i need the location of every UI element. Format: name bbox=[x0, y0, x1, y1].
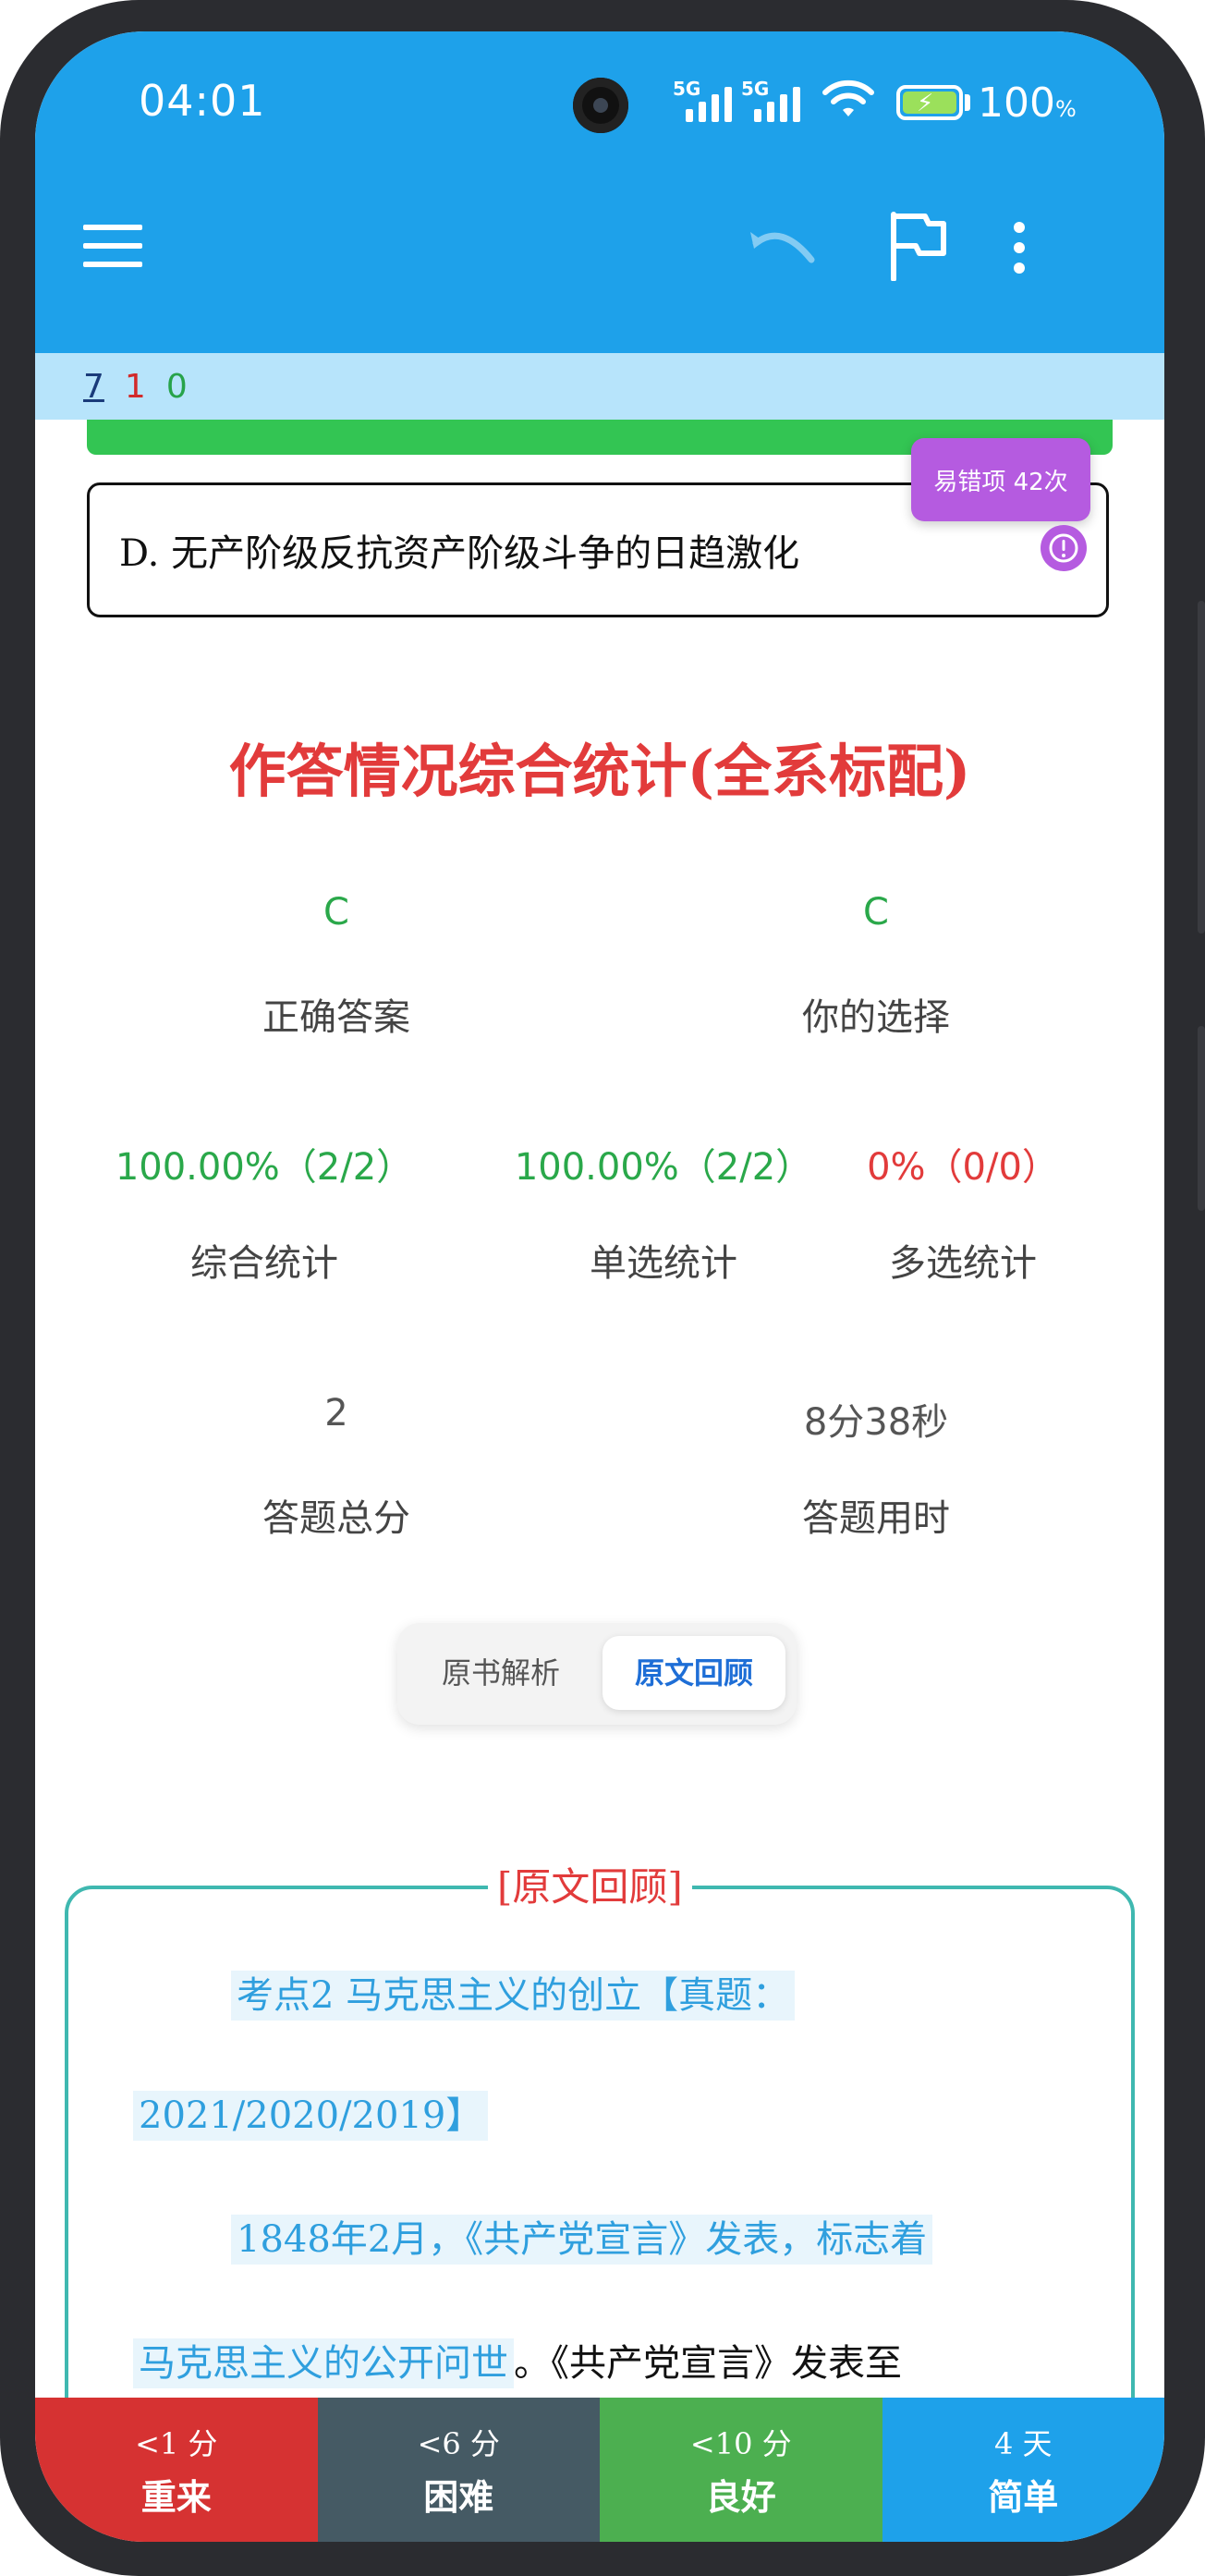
time-used-value: 8分38秒 bbox=[803, 1401, 949, 1444]
tab-original-review[interactable]: 原文回顾 bbox=[602, 1636, 785, 1710]
single-choice-stat-value: 100.00%（2/2） bbox=[514, 1146, 813, 1189]
good-button[interactable]: <10 分 良好 bbox=[600, 2398, 882, 2542]
correct-answer-value: C bbox=[323, 891, 349, 934]
flag-icon[interactable] bbox=[885, 209, 950, 283]
correct-answer-label: 正确答案 bbox=[262, 996, 410, 1039]
review-line: 考点2 马克思主义的创立【真题： bbox=[231, 1965, 796, 2021]
battery-percentage: 100% bbox=[978, 79, 1077, 127]
again-button[interactable]: <1 分 重来 bbox=[35, 2398, 318, 2542]
overall-stat-value: 100.00%（2/2） bbox=[115, 1146, 414, 1189]
screen: 04:01 5G 5G ⚡ 100% 7 1 0 D. 无产阶级反抗资产阶级斗争… bbox=[35, 31, 1164, 2542]
battery-icon: ⚡ bbox=[896, 85, 963, 120]
review-panel-title: [原文回顾] bbox=[488, 1856, 692, 1912]
review-line: 1848年2月，《共产党宣言》发表，标志着 bbox=[231, 2209, 933, 2265]
right-count: 0 bbox=[165, 367, 188, 406]
multi-choice-stat-label: 多选统计 bbox=[889, 1242, 1037, 1285]
easy-button[interactable]: 4 天 简单 bbox=[882, 2398, 1164, 2542]
undo-icon[interactable] bbox=[747, 216, 817, 275]
menu-icon[interactable] bbox=[83, 216, 142, 275]
signal-bars-icon bbox=[686, 85, 732, 122]
review-line: 2021/2020/2019】 bbox=[133, 2085, 489, 2141]
volume-button bbox=[1198, 601, 1205, 934]
your-choice-label: 你的选择 bbox=[802, 996, 950, 1039]
error-count-badge: 易错项 42次 bbox=[911, 438, 1090, 521]
answer-rating-bar: <1 分 重来 <6 分 困难 <10 分 良好 4 天 简单 bbox=[35, 2398, 1164, 2542]
total-count[interactable]: 7 bbox=[83, 368, 104, 406]
hard-button[interactable]: <6 分 困难 bbox=[317, 2398, 600, 2542]
wrong-count: 1 bbox=[124, 367, 146, 406]
total-questions-value: 2 bbox=[324, 1392, 348, 1435]
multi-choice-stat-value: 0%（0/0） bbox=[867, 1146, 1059, 1189]
stats-title: 作答情况综合统计(全系标配) bbox=[228, 738, 971, 805]
battery-tip bbox=[965, 94, 970, 111]
analysis-tab-group: 原书解析 原文回顾 bbox=[397, 1623, 797, 1725]
option-d-text: D. 无产阶级反抗资产阶级斗争的日趋激化 bbox=[119, 532, 800, 575]
progress-counter-bar: 7 1 0 bbox=[35, 353, 1164, 420]
app-header: 04:01 5G 5G ⚡ 100% bbox=[35, 31, 1164, 353]
front-camera bbox=[573, 78, 628, 133]
more-options-icon[interactable] bbox=[1005, 213, 1033, 283]
info-icon[interactable] bbox=[1041, 525, 1087, 571]
power-button bbox=[1198, 1026, 1205, 1211]
tab-book-analysis[interactable]: 原书解析 bbox=[408, 1636, 593, 1710]
total-questions-label: 答题总分 bbox=[262, 1497, 410, 1540]
wifi-icon bbox=[822, 79, 874, 116]
status-time: 04:01 bbox=[139, 76, 266, 126]
your-choice-value: C bbox=[863, 891, 889, 934]
single-choice-stat-label: 单选统计 bbox=[590, 1242, 737, 1285]
signal-bars-icon bbox=[754, 85, 800, 122]
overall-stat-label: 综合统计 bbox=[190, 1242, 338, 1285]
review-line: 马克思主义的公开问世 。《共产党宣言》发表至 bbox=[133, 2333, 902, 2388]
time-used-label: 答题用时 bbox=[802, 1497, 950, 1540]
phone-frame: 04:01 5G 5G ⚡ 100% 7 1 0 D. 无产阶级反抗资产阶级斗争… bbox=[0, 0, 1205, 2576]
